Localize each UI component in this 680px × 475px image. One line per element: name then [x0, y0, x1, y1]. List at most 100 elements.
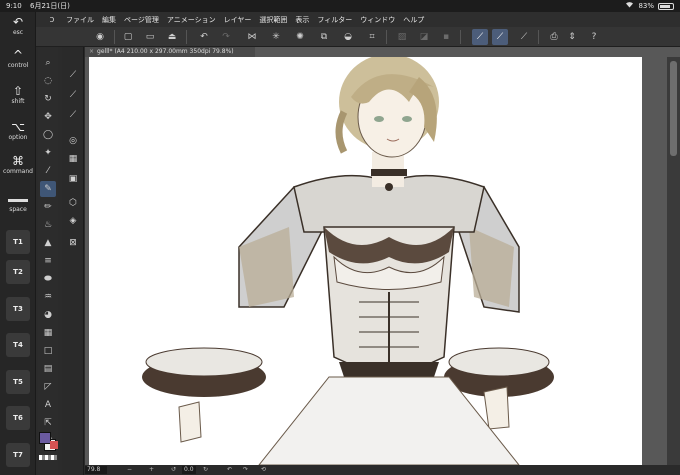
close-tab-icon[interactable]: ×: [89, 48, 94, 55]
menu-help[interactable]: ヘルプ: [399, 15, 428, 25]
clip-studio-icon[interactable]: ◉: [92, 29, 108, 45]
airbrush-tool-icon[interactable]: ▲: [40, 235, 56, 251]
navigator-icon[interactable]: ⊠: [65, 235, 81, 251]
sub-tool-ink-icon[interactable]: ⟋: [65, 107, 81, 123]
shift-key[interactable]: ⇧ shift: [3, 84, 33, 105]
menu-filter[interactable]: フィルター: [313, 15, 356, 25]
tab-key-t5[interactable]: T5: [6, 370, 30, 394]
gradient-tool-icon[interactable]: ▦: [40, 325, 56, 341]
space-key-label: space: [9, 206, 27, 213]
undo-rotate-icon[interactable]: ↶: [227, 465, 232, 475]
operation-tool-icon[interactable]: ⇱: [40, 415, 56, 431]
tab-key-t2[interactable]: T2: [6, 260, 30, 284]
save-icon[interactable]: ⏏: [164, 29, 180, 45]
space-key[interactable]: space: [3, 194, 33, 213]
rotation-field[interactable]: 0.0: [182, 466, 196, 474]
fill-tool-icon[interactable]: ◕: [40, 307, 56, 323]
print-icon[interactable]: ⎙: [546, 29, 562, 45]
option-key[interactable]: ⌥ option: [3, 120, 33, 141]
command-key[interactable]: ⌘ command: [3, 154, 33, 175]
tab-key-t7[interactable]: T7: [6, 443, 30, 467]
decoration-tool-icon[interactable]: ≡: [40, 253, 56, 269]
esc-key-label: esc: [12, 29, 24, 36]
control-key[interactable]: ^ control: [3, 48, 33, 69]
zoom-tool-icon[interactable]: ⌕: [40, 55, 56, 71]
layer-icon[interactable]: ◈: [65, 213, 81, 229]
document-tab[interactable]: × gelll* (A4 210.00 x 297.00mm 350dpi 79.…: [85, 47, 255, 57]
sub-tool-marker-icon[interactable]: ⟋: [65, 87, 81, 103]
tab-key-t6[interactable]: T6: [6, 406, 30, 430]
eyedropper-tool-icon[interactable]: ⁄: [40, 163, 56, 179]
menu-window[interactable]: ウィンドウ: [356, 15, 399, 25]
figure-tool-icon[interactable]: □: [40, 343, 56, 359]
color-set-icon[interactable]: ▦: [65, 151, 81, 167]
menu-layer[interactable]: レイヤー: [220, 15, 256, 25]
clear-icon[interactable]: ✳: [268, 29, 284, 45]
menu-edit[interactable]: 編集: [98, 15, 120, 25]
navigator-bar: 79.8 − + ↺ 0.0 ↻ ↶ ↷ ⟲: [85, 465, 680, 475]
undo-icon[interactable]: ↶: [196, 29, 212, 45]
menu-file[interactable]: ファイル: [62, 15, 98, 25]
redo-icon[interactable]: ↷: [218, 29, 234, 45]
brush-tool-icon[interactable]: ♨: [40, 217, 56, 233]
illustration-canvas[interactable]: [89, 57, 642, 465]
snap-to-ruler-icon[interactable]: ⟋: [472, 29, 488, 45]
layer-property-icon[interactable]: ⬡: [65, 195, 81, 211]
lasso-tool-icon[interactable]: ◯: [40, 127, 56, 143]
copy-icon[interactable]: ⧉: [316, 29, 332, 45]
rotate-tool-icon[interactable]: ↻: [40, 91, 56, 107]
blend-tool-icon[interactable]: ♒: [40, 289, 56, 305]
zoom-in-icon[interactable]: +: [149, 465, 154, 475]
transform-icon[interactable]: ⌗: [364, 29, 380, 45]
battery-icon: [658, 2, 674, 10]
new-file-icon[interactable]: ▢: [120, 29, 136, 45]
transparency-toggle[interactable]: [39, 455, 57, 460]
pen-tool-icon[interactable]: ✎: [40, 181, 56, 197]
hand-tool-icon[interactable]: ◌: [40, 73, 56, 89]
pencil-tool-icon[interactable]: ✏: [40, 199, 56, 215]
rotate-right-icon[interactable]: ↻: [203, 465, 208, 475]
keyboard-panel: ↶ esc ^ control ⇧ shift ⌥ option ⌘ comma…: [0, 12, 36, 475]
menu-view[interactable]: 表示: [291, 15, 313, 25]
zoom-out-icon[interactable]: −: [127, 465, 132, 475]
reset-view-icon[interactable]: ⟲: [261, 465, 266, 475]
frame-border-tool-icon[interactable]: ▤: [40, 361, 56, 377]
help-icon[interactable]: ?: [586, 29, 602, 45]
tone-icon[interactable]: ◪: [416, 29, 432, 45]
tab-key-t4[interactable]: T4: [6, 333, 30, 357]
magic-wand-tool-icon[interactable]: ✦: [40, 145, 56, 161]
transparent-color-swatch[interactable]: [50, 441, 58, 449]
color-history-icon[interactable]: ▣: [65, 171, 81, 187]
color-icon[interactable]: ▪: [438, 29, 454, 45]
app-logo-icon[interactable]: ↄ: [42, 15, 62, 25]
rotate-left-icon[interactable]: ↺: [171, 465, 176, 475]
zoom-field[interactable]: 79.8: [85, 466, 107, 474]
move-tool-icon[interactable]: ✥: [40, 109, 56, 125]
vertical-scrollbar-thumb[interactable]: [670, 61, 677, 156]
open-folder-icon[interactable]: ▭: [142, 29, 158, 45]
esc-key[interactable]: ↶ esc: [3, 15, 33, 36]
snap-to-special-ruler-icon[interactable]: ⟋: [492, 29, 508, 45]
fill-icon[interactable]: ◒: [340, 29, 356, 45]
menu-page-management[interactable]: ページ管理: [120, 15, 163, 25]
select-all-icon[interactable]: ✺: [292, 29, 308, 45]
color-wheel-icon[interactable]: ◎: [65, 133, 81, 149]
flip-horizontal-icon[interactable]: ⋈: [244, 29, 260, 45]
tab-key-t3[interactable]: T3: [6, 297, 30, 321]
text-tool-icon[interactable]: A: [40, 397, 56, 413]
vertical-scrollbar[interactable]: [667, 57, 680, 465]
menu-selection[interactable]: 選択範囲: [255, 15, 291, 25]
eraser-tool-icon[interactable]: ⬬: [40, 271, 56, 287]
menu-animation[interactable]: アニメーション: [163, 15, 220, 25]
tab-key-t1[interactable]: T1: [6, 230, 30, 254]
snap-to-grid-icon[interactable]: ⟋: [516, 29, 532, 45]
sub-tool-pen-icon[interactable]: ⟋: [65, 67, 81, 83]
caret-up-icon: ^: [12, 48, 24, 62]
ruler-tool-icon[interactable]: ◸: [40, 379, 56, 395]
shift-key-label: shift: [11, 98, 25, 105]
shift-arrow-icon: ⇧: [12, 84, 24, 98]
option-icon: ⌥: [11, 120, 25, 134]
redo-rotate-icon[interactable]: ↷: [243, 465, 248, 475]
show-area-icon[interactable]: ▨: [394, 29, 410, 45]
up-down-icon[interactable]: ⇕: [564, 29, 580, 45]
